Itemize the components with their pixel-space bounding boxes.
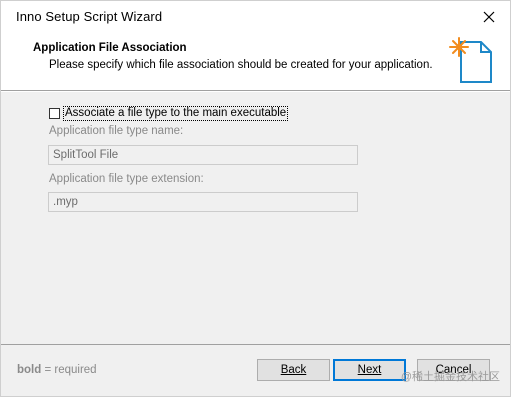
content-area: Associate a file type to the main execut… xyxy=(1,92,510,344)
next-button-label: Next xyxy=(357,364,382,376)
type-name-input[interactable] xyxy=(48,145,358,165)
title-bar: Inno Setup Script Wizard xyxy=(1,1,510,32)
watermark: @稀土掘金技术社区 xyxy=(401,368,500,384)
close-button[interactable] xyxy=(478,6,500,28)
back-button[interactable]: Back xyxy=(257,359,330,381)
document-star-icon xyxy=(449,37,492,83)
window-title: Inno Setup Script Wizard xyxy=(16,9,163,24)
footer-bar: bold = required Back Next Cancel @稀土掘金技术… xyxy=(1,345,510,396)
associate-checkbox[interactable] xyxy=(49,108,60,119)
header-panel: Application File Association Please spec… xyxy=(1,32,510,90)
close-icon xyxy=(483,11,495,23)
next-button[interactable]: Next xyxy=(333,359,406,381)
required-hint: bold = required xyxy=(17,364,97,376)
associate-checkbox-row[interactable]: Associate a file type to the main execut… xyxy=(49,106,289,121)
page-subtitle: Please specify which file association sh… xyxy=(49,59,433,71)
back-button-label: Back xyxy=(280,364,307,376)
required-hint-text: = required xyxy=(41,364,97,376)
page-title: Application File Association xyxy=(33,42,187,54)
type-name-label: Application file type name: xyxy=(49,125,184,137)
watermark-text: @稀土掘金技术社区 xyxy=(400,371,500,383)
required-hint-bold: bold xyxy=(17,364,42,376)
extension-input[interactable] xyxy=(48,192,358,212)
associate-checkbox-label[interactable]: Associate a file type to the main execut… xyxy=(63,106,289,121)
extension-label: Application file type extension: xyxy=(49,173,204,185)
wizard-window: Inno Setup Script Wizard Application Fil… xyxy=(0,0,511,397)
